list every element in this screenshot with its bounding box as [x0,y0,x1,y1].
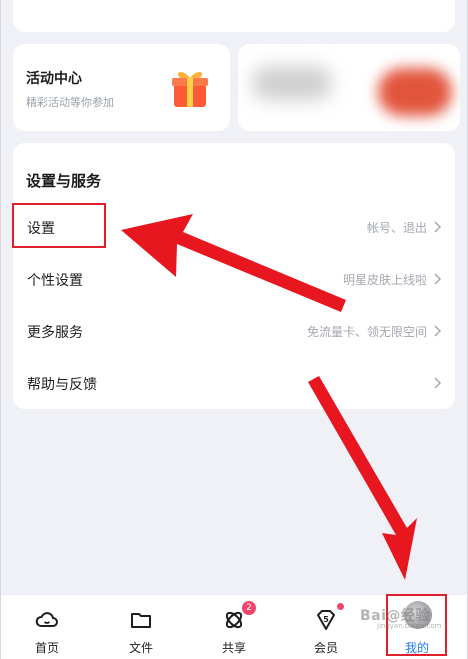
chevron-right-icon [434,273,442,285]
banner-blurred-text [252,66,332,100]
banner-blurred-image [378,68,452,116]
gift-icon [172,71,208,107]
row-more-services[interactable]: 更多服务 免流量卡、领无限空间 [13,306,455,358]
row-personalization[interactable]: 个性设置 明星皮肤上线啦 [13,254,455,306]
vip-gem-icon: 5 [317,610,335,630]
row-value: 免流量卡、领无限空间 [306,325,427,339]
tab-label: 首页 [34,641,59,655]
chevron-right-icon [434,221,442,233]
activity-center-card[interactable]: 活动中心 精彩活动等你参加 [13,44,230,131]
row-label: 帮助与反馈 [27,377,97,393]
notification-dot [337,603,344,610]
home-cloud-icon [35,612,58,627]
watermark-url: jingyan.baidu.com [377,622,442,630]
section-title: 设置与服务 [26,172,102,190]
row-value: 明星皮肤上线啦 [342,273,427,287]
settings-services-card: 设置与服务 设置 帐号、退出 个性设置 明星皮肤上线啦 更多服务 免流量卡、领无… [13,143,455,409]
profile-screen: 活动中心 精彩活动等你参加 设置与服务 设置 帐号、退出 个性设置 明星皮肤上线… [0,0,468,659]
tab-label: 文件 [128,641,153,655]
row-label: 个性设置 [27,273,83,289]
row-label: 更多服务 [27,325,83,341]
svg-text:5: 5 [323,615,329,624]
tab-home[interactable]: 首页 [7,595,87,659]
chevron-right-icon [434,377,442,389]
top-card [13,0,455,32]
tab-vip[interactable]: 5 会员 [286,595,366,659]
tab-label: 会员 [313,641,338,655]
settings-highlight-box [12,203,106,248]
notification-badge: 2 [242,601,256,615]
folder-icon [131,613,151,628]
activity-subtitle: 精彩活动等你参加 [26,96,114,109]
tab-share[interactable]: 2 共享 [194,595,274,659]
tab-files[interactable]: 文件 [101,595,181,659]
activity-title: 活动中心 [26,71,82,87]
tab-label: 共享 [221,641,246,655]
chevron-right-icon [434,325,442,337]
promo-banner[interactable] [238,44,460,131]
row-help-feedback[interactable]: 帮助与反馈 [13,358,455,410]
row-value: 帐号、退出 [366,221,427,235]
